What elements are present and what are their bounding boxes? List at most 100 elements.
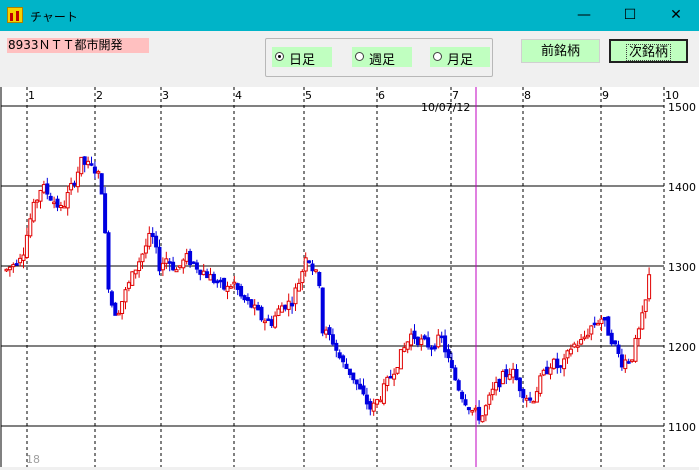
candle-body	[4, 268, 9, 272]
candle-body	[616, 344, 621, 354]
candle-body	[14, 263, 19, 266]
candle-body	[99, 173, 104, 195]
candle-body	[487, 394, 492, 405]
candle-body	[92, 166, 97, 174]
radio-monthly-indicator	[433, 52, 442, 61]
candle-body	[96, 171, 101, 174]
candle-body	[11, 264, 16, 268]
candle-body	[483, 405, 488, 416]
candle-body	[150, 232, 155, 238]
candle-body	[293, 287, 298, 305]
x-tick-label: 10	[665, 89, 679, 102]
candle-body	[266, 318, 271, 322]
maximize-button[interactable]: ☐	[607, 0, 653, 31]
chart-area[interactable]: 1500 1400 1300 1200 1100 1 2 3 4 5 6 7 8 9 10 10/07/12 1…	[0, 87, 699, 467]
candle-body	[147, 232, 152, 247]
candle-body	[313, 269, 318, 272]
candle-body	[120, 301, 125, 314]
candle-body	[351, 372, 356, 381]
candle-body	[65, 192, 70, 209]
cursor-date-label: 10/07/12	[421, 101, 470, 114]
x-tick-label: 9	[602, 89, 609, 102]
candle-body	[232, 281, 237, 285]
candle-body	[279, 305, 284, 313]
y-tick-label: 1400	[668, 181, 696, 194]
candle-body	[592, 322, 597, 326]
candle-body	[361, 385, 366, 395]
candle-body	[249, 299, 254, 308]
candle-body	[143, 245, 148, 254]
candle-body	[35, 199, 40, 203]
candle-body	[140, 253, 145, 263]
candle-body	[103, 193, 108, 234]
candle-body	[596, 322, 601, 326]
candle-body	[562, 358, 567, 370]
candle-body	[123, 289, 128, 303]
candle-body	[371, 402, 376, 412]
candle-body	[568, 348, 573, 355]
candle-body	[582, 336, 587, 340]
candle-body	[358, 383, 363, 390]
candle-body	[395, 367, 400, 374]
candle-body	[378, 399, 383, 403]
candle-body	[55, 198, 60, 208]
candle-body	[18, 257, 23, 264]
candle-body	[303, 257, 308, 272]
candle-body	[109, 291, 114, 306]
stock-label: 8933ＮＴＴ都市開発	[7, 38, 149, 53]
candle-body	[446, 349, 451, 359]
candle-body	[364, 394, 369, 405]
candle-body	[21, 254, 26, 261]
candle-body	[252, 304, 257, 309]
candle-body	[82, 156, 87, 165]
radio-daily[interactable]: 日足	[272, 47, 332, 68]
candle-body	[296, 282, 301, 292]
radio-weekly-label: 週足	[369, 53, 396, 68]
candle-body	[167, 261, 172, 264]
candle-body	[490, 388, 495, 396]
candle-body	[259, 306, 264, 321]
next-stock-button[interactable]: 次銘柄	[609, 39, 688, 63]
x-tick-label: 1	[28, 89, 35, 102]
candle-body	[188, 250, 193, 265]
candle-body	[72, 182, 77, 186]
candle-body	[286, 300, 291, 310]
candle-body	[347, 368, 352, 376]
candle-body	[575, 345, 580, 348]
candle-body	[290, 302, 295, 307]
candle-body	[534, 391, 539, 403]
minimize-button[interactable]: —	[561, 0, 607, 31]
candle-body	[154, 235, 159, 248]
candle-body	[239, 285, 244, 297]
candlestick-chart[interactable]: 150014001300120011001 2 3 4 5 6 7 8 9 1010/07/121…	[0, 87, 699, 467]
candle-body	[330, 334, 335, 345]
candle-body	[307, 260, 312, 263]
close-button[interactable]: ✕	[653, 0, 699, 31]
candle-body	[324, 329, 329, 335]
candle-body	[157, 246, 162, 272]
candle-body	[494, 381, 499, 391]
candle-body	[334, 342, 339, 351]
candle-body	[198, 269, 203, 275]
candle-body	[541, 369, 546, 376]
candle-body	[41, 184, 46, 193]
candle-body	[222, 277, 227, 290]
candle-body	[116, 312, 121, 316]
candle-body	[511, 368, 516, 378]
radio-weekly[interactable]: 週足	[352, 47, 412, 68]
candle-body	[327, 327, 332, 335]
radio-monthly-label: 月足	[447, 53, 474, 68]
candle-body	[341, 355, 346, 363]
candle-body	[623, 359, 628, 370]
candle-body	[184, 253, 189, 262]
candle-body	[585, 334, 590, 338]
candle-body	[456, 380, 461, 391]
candle-body	[392, 373, 397, 380]
candle-body	[211, 273, 216, 283]
candle-body	[194, 262, 199, 270]
radio-monthly[interactable]: 月足	[430, 47, 490, 68]
candle-body	[439, 335, 444, 339]
candle-body	[28, 218, 33, 237]
prev-stock-button[interactable]: 前銘柄	[521, 39, 600, 63]
candle-body	[500, 370, 505, 385]
